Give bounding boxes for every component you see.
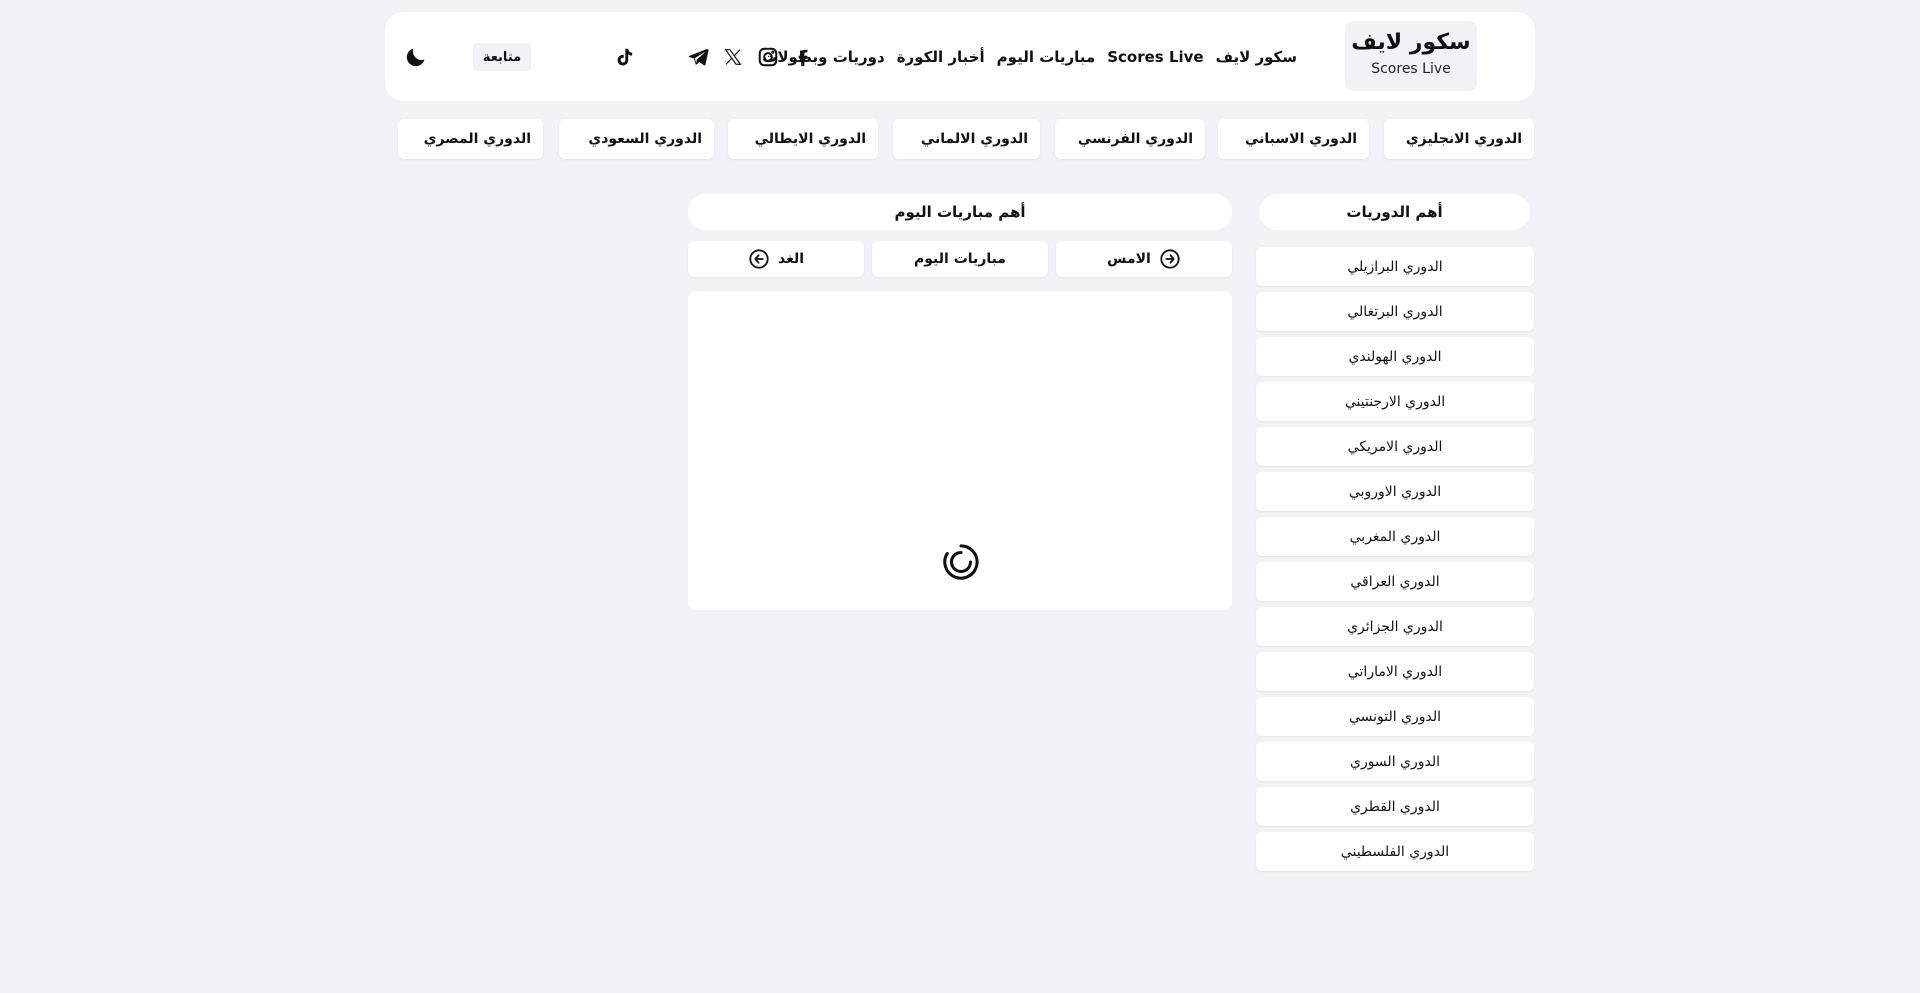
social-links <box>607 12 820 101</box>
nav-link-scores-live[interactable]: Scores Live <box>1107 48 1203 66</box>
nav-link-score-live-ar[interactable]: سكور لايف <box>1216 48 1297 66</box>
sidebar-title: أهم الدوريات <box>1259 194 1530 230</box>
league-tab-french[interactable]: الدوري الفرنسي <box>1055 119 1205 159</box>
arrow-right-circle-icon <box>1160 249 1180 269</box>
today-label: مباريات اليوم <box>914 251 1006 267</box>
sidebar-item-palestinian[interactable]: الدوري الفلسطيني <box>1256 832 1534 871</box>
page: سكور لايف Scores Live سكور لايف Scores L… <box>0 0 1920 993</box>
sidebar-item-syrian[interactable]: الدوري السوري <box>1256 742 1534 781</box>
league-tab-egyptian[interactable]: الدوري المصري <box>398 119 543 159</box>
follow-button[interactable]: متابعة <box>473 43 531 71</box>
facebook-icon[interactable] <box>785 42 820 72</box>
sidebar-item-emirati[interactable]: الدوري الاماراتي <box>1256 652 1534 691</box>
nav-link-football-news[interactable]: أخبار الكورة <box>897 48 985 66</box>
loading-spinner-icon <box>943 544 979 580</box>
league-tab-german[interactable]: الدوري الالماني <box>893 119 1040 159</box>
sidebar-item-qatari[interactable]: الدوري القطري <box>1256 787 1534 826</box>
sidebar-list: الدوري البرازيلي الدوري البرتغالي الدوري… <box>1256 247 1534 877</box>
sidebar-item-moroccan[interactable]: الدوري المغربي <box>1256 517 1534 556</box>
main-nav: سكور لايف Scores Live مباريات اليوم أخبا… <box>762 12 1297 101</box>
sidebar-item-algerian[interactable]: الدوري الجزائري <box>1256 607 1534 646</box>
matches-container <box>688 291 1232 610</box>
site-logo[interactable]: سكور لايف Scores Live <box>1345 21 1477 91</box>
nav-link-todays-matches[interactable]: مباريات اليوم <box>997 48 1096 66</box>
site-header: سكور لايف Scores Live سكور لايف Scores L… <box>385 12 1535 101</box>
arrow-left-circle-icon <box>749 249 769 269</box>
league-tab-saudi[interactable]: الدوري السعودي <box>559 119 714 159</box>
sidebar-item-portuguese[interactable]: الدوري البرتغالي <box>1256 292 1534 331</box>
league-tab-english[interactable]: الدوري الانجليزي <box>1384 119 1534 159</box>
logo-subtitle: Scores Live <box>1371 61 1451 77</box>
league-tab-italian[interactable]: الدوري الايطالي <box>728 119 878 159</box>
league-tabs: الدوري الانجليزي الدوري الاسباني الدوري … <box>0 119 1920 159</box>
tomorrow-label: الغد <box>777 251 805 267</box>
today-button[interactable]: مباريات اليوم <box>872 241 1048 277</box>
league-tab-spanish[interactable]: الدوري الاسباني <box>1218 119 1369 159</box>
yesterday-button[interactable]: الامس <box>1056 241 1232 277</box>
instagram-icon[interactable] <box>750 42 785 72</box>
logo-title: سكور لايف <box>1351 30 1471 55</box>
moon-icon[interactable] <box>403 44 429 70</box>
sidebar-item-american[interactable]: الدوري الامريكي <box>1256 427 1534 466</box>
sidebar-item-tunisian[interactable]: الدوري التونسي <box>1256 697 1534 736</box>
sidebar-item-iraqi[interactable]: الدوري العراقي <box>1256 562 1534 601</box>
x-icon[interactable] <box>715 42 750 72</box>
tomorrow-button[interactable]: الغد <box>688 241 864 277</box>
tiktok-icon[interactable] <box>607 42 642 72</box>
sidebar-item-european[interactable]: الدوري الاوروبي <box>1256 472 1534 511</box>
matches-title: أهم مباريات اليوم <box>688 194 1232 230</box>
sidebar-item-dutch[interactable]: الدوري الهولندي <box>1256 337 1534 376</box>
sidebar-item-argentine[interactable]: الدوري الارجنتيني <box>1256 382 1534 421</box>
sidebar-item-brazilian[interactable]: الدوري البرازيلي <box>1256 247 1534 286</box>
yesterday-label: الامس <box>1107 251 1151 267</box>
telegram-icon[interactable] <box>680 42 715 72</box>
